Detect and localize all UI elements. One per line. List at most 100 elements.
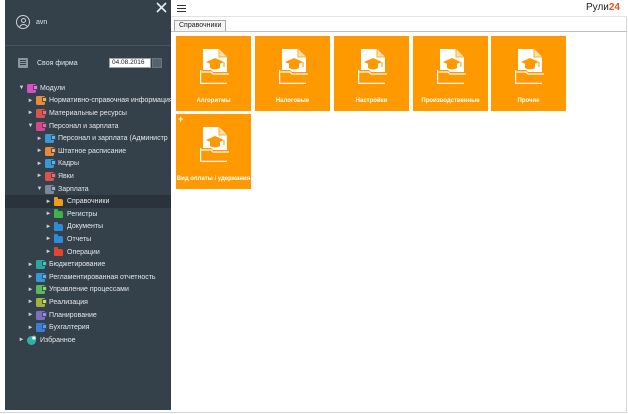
materials-icon bbox=[36, 108, 45, 118]
menu-icon[interactable] bbox=[177, 5, 186, 12]
tree-item-label: Управление процессами bbox=[49, 286, 129, 294]
folder-icon bbox=[54, 234, 63, 244]
brand-text: Рули bbox=[586, 2, 609, 13]
brand-accent: 24 bbox=[608, 2, 620, 13]
chevron-right-icon[interactable]: ► bbox=[27, 110, 34, 116]
tile-label: Алгоритмы bbox=[196, 98, 231, 104]
process-icon bbox=[36, 285, 45, 295]
tree-item-label: Бухгалтерия bbox=[49, 324, 90, 332]
close-icon[interactable] bbox=[156, 2, 167, 13]
tree-item[interactable]: ► Реализация bbox=[5, 296, 171, 309]
chevron-right-icon[interactable]: ► bbox=[27, 325, 34, 331]
chevron-down-icon[interactable]: ▼ bbox=[36, 186, 43, 192]
chevron-right-icon[interactable]: ► bbox=[45, 211, 52, 217]
folder-document-icon bbox=[436, 48, 467, 85]
tree-item-label: Отчеты bbox=[67, 235, 92, 243]
tree-item-label: Штатное расписание bbox=[58, 147, 127, 155]
chevron-right-icon[interactable]: ► bbox=[36, 173, 43, 179]
user-info[interactable]: avn bbox=[16, 15, 47, 29]
folder-document-icon bbox=[199, 126, 230, 163]
tree-item-label: Реализация bbox=[49, 298, 88, 306]
tree-item[interactable]: ► Бюджетирование bbox=[5, 258, 171, 271]
tree-item[interactable]: ► Отчеты bbox=[5, 233, 171, 246]
tile-label: Налоговые bbox=[275, 98, 310, 104]
tree-item[interactable]: ► Штатное расписание bbox=[5, 145, 171, 158]
calendar-button[interactable] bbox=[152, 58, 162, 68]
chevron-down-icon[interactable]: ▼ bbox=[18, 85, 25, 91]
tree-item-label: Регламентированная отчетность bbox=[49, 273, 156, 281]
tree-item[interactable]: ▼ Персонал и зарплата bbox=[5, 120, 171, 133]
tree-item[interactable]: ► Бухгалтерия bbox=[5, 321, 171, 334]
staffing-icon bbox=[45, 146, 54, 156]
accounting-icon bbox=[36, 323, 45, 333]
tree-item[interactable]: ► Кадры bbox=[5, 158, 171, 171]
tree-item-label: Планирование bbox=[49, 311, 97, 319]
tile-button[interactable]: Настройки bbox=[334, 36, 409, 111]
tree-item[interactable]: ► Персонал и зарплата (Администр bbox=[5, 132, 171, 145]
chevron-right-icon[interactable]: ► bbox=[45, 249, 52, 255]
tree-item-label: Документы bbox=[67, 223, 104, 231]
tree-item[interactable]: ► Регистры bbox=[5, 208, 171, 221]
folder-icon bbox=[54, 209, 63, 219]
tile-button[interactable]: + Вид оплаты / удержания bbox=[176, 114, 251, 189]
tree-item[interactable]: ▼ Зарплата bbox=[5, 183, 171, 196]
tile-button[interactable]: Алгоритмы bbox=[176, 36, 251, 111]
tile-button[interactable]: Налоговые bbox=[255, 36, 330, 111]
tile-label: Настройки bbox=[355, 98, 388, 104]
tree-item[interactable]: ► Справочники bbox=[5, 195, 171, 208]
tree-item[interactable]: ► Операции bbox=[5, 246, 171, 259]
tile-button[interactable]: Производственные bbox=[413, 36, 488, 111]
plus-icon[interactable]: + bbox=[178, 114, 183, 124]
chevron-right-icon[interactable]: ► bbox=[45, 236, 52, 242]
personnel-admin-icon bbox=[45, 134, 54, 144]
tree-item-label: Нормативно-справочная информация bbox=[49, 97, 171, 105]
reporting-icon bbox=[36, 272, 45, 282]
folder-document-icon bbox=[278, 48, 309, 85]
chevron-right-icon[interactable]: ► bbox=[27, 299, 34, 305]
firm-label: Своя фирма bbox=[37, 59, 78, 67]
chevron-right-icon[interactable]: ► bbox=[27, 274, 34, 280]
firm-icon bbox=[18, 58, 28, 68]
tree-item[interactable]: ► Материальные ресурсы bbox=[5, 107, 171, 120]
tree-item[interactable]: ► Документы bbox=[5, 221, 171, 234]
tree-item[interactable]: ► Явки bbox=[5, 170, 171, 183]
tree-item[interactable]: ► Планирование bbox=[5, 309, 171, 322]
chevron-right-icon[interactable]: ► bbox=[36, 136, 43, 142]
firm-selector[interactable]: Своя фирма bbox=[18, 58, 78, 68]
chevron-right-icon[interactable]: ► bbox=[27, 287, 34, 293]
attendance-icon bbox=[45, 171, 54, 181]
tree-item[interactable]: ► Регламентированная отчетность bbox=[5, 271, 171, 284]
chevron-right-icon[interactable]: ► bbox=[36, 148, 43, 154]
reference-icon bbox=[36, 96, 45, 106]
tree-item[interactable]: ► Избранное bbox=[5, 334, 171, 347]
chevron-right-icon[interactable]: ► bbox=[27, 262, 34, 268]
tree-item-label: Бюджетирование bbox=[49, 261, 106, 269]
chevron-down-icon[interactable]: ▼ bbox=[27, 123, 34, 129]
chevron-right-icon[interactable]: ► bbox=[27, 312, 34, 318]
brand-logo: Рули24 bbox=[586, 2, 620, 13]
chevron-right-icon[interactable]: ► bbox=[36, 161, 43, 167]
tile-button[interactable]: Прочие bbox=[491, 36, 566, 111]
chevron-right-icon[interactable]: ► bbox=[45, 224, 52, 230]
tab-references[interactable]: Справочники bbox=[174, 20, 227, 31]
tree-item-label: Персонал и зарплата bbox=[49, 122, 119, 130]
sidebar: avn Своя фирма 04.08.2016 ▼ Модули ► Нормат… bbox=[5, 0, 171, 410]
date-field[interactable]: 04.08.2016 bbox=[109, 58, 151, 68]
tree-item-label: Операции bbox=[67, 248, 100, 256]
tree-item[interactable]: ► Управление процессами bbox=[5, 284, 171, 297]
top-bar-divider bbox=[171, 16, 627, 17]
chevron-right-icon[interactable]: ► bbox=[18, 337, 25, 343]
tree-item[interactable]: ▼ Модули bbox=[5, 82, 171, 95]
tree-item-label: Избранное bbox=[40, 336, 76, 344]
sales-icon bbox=[36, 297, 45, 307]
modules-icon bbox=[27, 83, 36, 93]
chevron-right-icon[interactable]: ► bbox=[27, 98, 34, 104]
tree-item[interactable]: ► Нормативно-справочная информация bbox=[5, 95, 171, 108]
chevron-right-icon[interactable]: ► bbox=[45, 199, 52, 205]
folder-document-icon bbox=[199, 48, 230, 85]
tree-item-label: Кадры bbox=[58, 160, 79, 168]
tree-item-label: Зарплата bbox=[58, 185, 89, 193]
salary-icon bbox=[45, 184, 54, 194]
tree-item-label: Модули bbox=[40, 84, 66, 92]
budget-icon bbox=[36, 260, 45, 270]
